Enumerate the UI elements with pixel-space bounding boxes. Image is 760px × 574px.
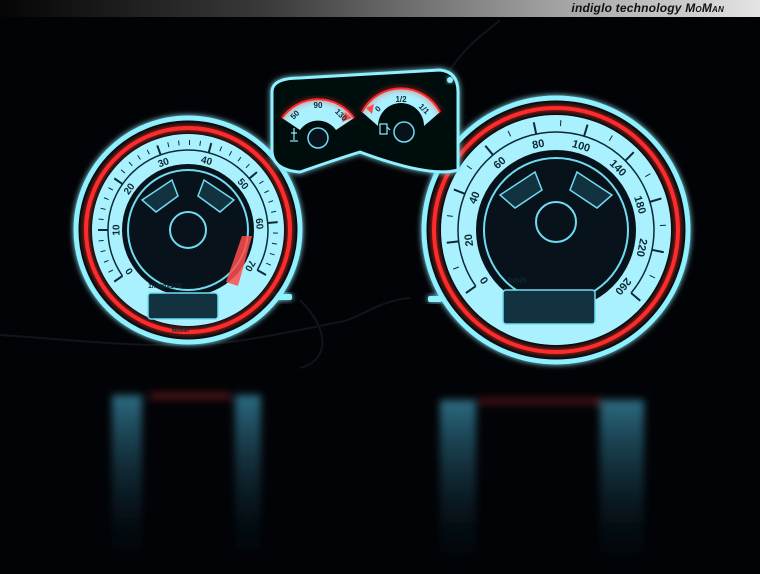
speedo-major-tick [446, 240, 459, 244]
speedo-scale-label: 20 [463, 233, 476, 247]
dashboard-illustration: 0102030 40506070 1/minx100 MoMan 02040608… [0, 19, 691, 570]
photo-stage: indiglo technology MoMan 0 10 20 30 40 5… [0, 0, 760, 574]
wire-left-drop [299, 299, 324, 369]
pod-mount-top [447, 77, 453, 83]
connector-speedo [428, 296, 442, 302]
reflection-red-right [480, 398, 600, 404]
reflection-speedo-left [440, 400, 476, 570]
speedo-hub [535, 201, 577, 243]
reflection-red-left [150, 393, 230, 399]
speedo-odometer-window [502, 289, 596, 325]
tacho-minor-tick [98, 218, 104, 221]
tachometer-gauge: 0102030 40506070 1/minx100 MoMan [73, 115, 303, 345]
wire-top [449, 19, 501, 71]
reflection-speedo-right [600, 400, 644, 570]
connector-tacho [278, 294, 292, 300]
tacho-lcd-window [147, 292, 219, 320]
wire-center [339, 297, 411, 323]
reflection-tacho-right [235, 395, 261, 565]
temperature-hub [307, 127, 329, 149]
temperature-scale-label: 90 [314, 101, 323, 110]
speedo-unit-label: km/h [508, 276, 527, 285]
speedo-scale-label: 80 [531, 138, 545, 152]
fuel-hub [393, 121, 415, 143]
tacho-scale-label: 60 [253, 218, 265, 230]
tacho-minor-tick [98, 239, 104, 242]
tacho-scale-label: 10 [112, 224, 123, 236]
center-gauge-pod: 5090130 01/21/1 [270, 68, 460, 174]
fuel-scale-label: 1/2 [395, 95, 407, 104]
tacho-minor-tick [199, 140, 202, 146]
connectors [278, 294, 442, 302]
speedometer-gauge: 020406080 100140180220260 km/h [421, 95, 691, 365]
tacho-hub [169, 211, 207, 249]
tacho-minor-tick [178, 140, 180, 146]
tacho-unit-label: 1/minx100 [148, 283, 182, 290]
reflection-tacho-left [112, 395, 142, 565]
tacho-logo-label: MoMan [172, 328, 189, 334]
floor-reflection [112, 393, 644, 570]
tacho-major-tick [267, 221, 278, 225]
